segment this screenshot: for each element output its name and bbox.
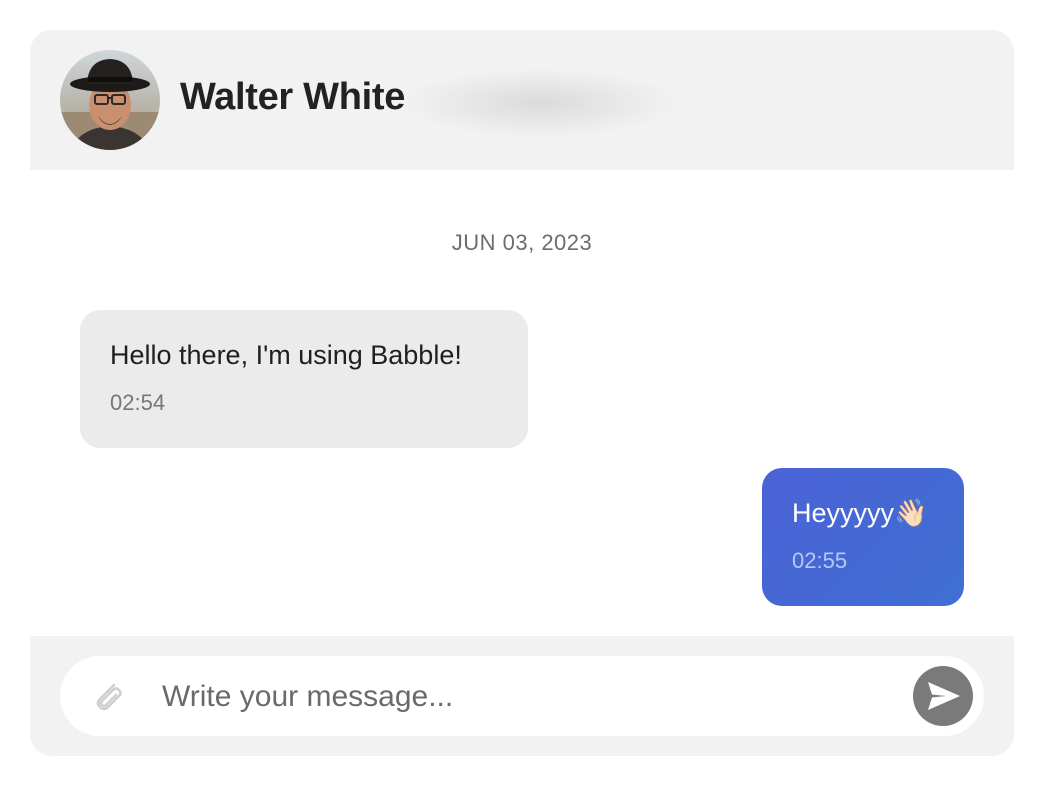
chat-header: Walter White: [30, 30, 1014, 170]
message-input[interactable]: [160, 670, 884, 724]
incoming-message-bubble[interactable]: Hello there, I'm using Babble! 02:54: [80, 310, 528, 448]
paperclip-icon[interactable]: [88, 676, 128, 716]
message-timestamp: 02:54: [110, 390, 166, 415]
avatar[interactable]: [60, 50, 160, 150]
date-divider: JUN 03, 2023: [451, 230, 593, 255]
message-text: Heyyyyy👋🏻: [792, 498, 928, 528]
send-icon: [928, 682, 960, 710]
contact-name: Walter White: [180, 76, 406, 118]
outgoing-message-bubble[interactable]: Heyyyyy👋🏻 02:55: [762, 468, 964, 606]
send-button[interactable]: [913, 666, 973, 726]
message-input-container: [60, 656, 984, 736]
message-timestamp: 02:55: [792, 548, 848, 573]
message-composer: [30, 636, 1014, 756]
chat-window: Walter White JUN 03, 2023 Hello there, I…: [30, 30, 1014, 756]
avatar-image: [60, 50, 160, 150]
message-text: Hello there, I'm using Babble!: [110, 340, 462, 370]
header-blurred-detail: [400, 68, 680, 138]
